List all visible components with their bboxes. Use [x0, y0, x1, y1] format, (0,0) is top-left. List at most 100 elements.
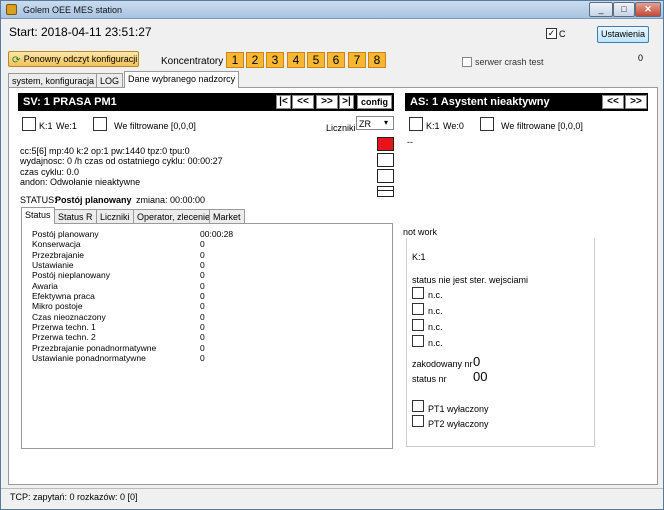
- status-value: Postój planowany: [55, 195, 132, 205]
- settings-button[interactable]: Ustawienia: [597, 26, 649, 43]
- sv-last-button[interactable]: >|: [339, 95, 354, 109]
- sv-title: SV: 1 PRASA PM1: [23, 96, 117, 108]
- as-header-bar: AS: 1 Asystent nieaktywny << >>: [405, 93, 648, 111]
- crash-test-label: serwer crash test: [475, 57, 544, 67]
- tab-system-config[interactable]: system, konfiguracja: [8, 73, 99, 88]
- sv-header-bar: SV: 1 PRASA PM1 |< << >> >| config: [18, 93, 394, 111]
- app-icon: [6, 4, 17, 15]
- tab-counters[interactable]: Liczniki: [96, 209, 134, 224]
- minimize-button[interactable]: _: [589, 2, 613, 17]
- status-row-label: Przerwa techn. 1: [32, 322, 96, 332]
- sv-info-line-4: andon: Odwołanie nieaktywne: [20, 177, 141, 187]
- status-row-value: 0: [200, 332, 205, 342]
- indicator-3: [377, 169, 394, 183]
- status-row-value: 0: [200, 301, 205, 311]
- title-bar: Golem OEE MES station _ □ ✕: [1, 1, 663, 19]
- main-window: Golem OEE MES station _ □ ✕ Start: 2018-…: [0, 0, 664, 510]
- window-title: Golem OEE MES station: [23, 5, 123, 15]
- c-checkbox-label: C: [559, 29, 566, 39]
- status-row-value: 0: [200, 312, 205, 322]
- status-row-label: Przezbrajanie ponadnormatywne: [32, 343, 157, 353]
- close-button[interactable]: ✕: [635, 2, 661, 17]
- tab-supervisor-data[interactable]: Dane wybranego nadzorcy: [124, 71, 240, 88]
- as-we-filtered-label: We filtrowane [0,0,0]: [501, 121, 583, 131]
- concentrator-5[interactable]: 5: [307, 52, 325, 68]
- sv-prev-button[interactable]: <<: [292, 95, 314, 109]
- counters-select[interactable]: ZR ▾: [356, 116, 394, 130]
- tab-operator-order[interactable]: Operator, zlecenie: [133, 209, 215, 224]
- concentrator-7[interactable]: 7: [348, 52, 366, 68]
- status-row-value: 0: [200, 250, 205, 260]
- as-we-label: We:0: [443, 121, 464, 131]
- sv-info-line-3: czas cyklu: 0.0: [20, 167, 80, 177]
- status-row-label: Konserwacja: [32, 239, 81, 249]
- status-label: STATUS:: [20, 195, 57, 205]
- nc-checkbox[interactable]: [412, 319, 424, 331]
- tab-market[interactable]: Market: [209, 209, 245, 224]
- tab-status-r[interactable]: Status R: [54, 209, 97, 224]
- reload-config-button[interactable]: ⟳ Ponowny odczyt konfiguracji: [8, 51, 139, 67]
- shift-label: zmiana: 00:00:00: [136, 195, 206, 205]
- status-row-label: Mikro postoje: [32, 301, 83, 311]
- crash-test-checkbox[interactable]: [462, 57, 472, 67]
- as-title: AS: 1 Asystent nieaktywny: [410, 96, 550, 108]
- status-nr-value: 00: [473, 369, 488, 384]
- tab-status[interactable]: Status: [21, 207, 55, 224]
- as-k-label: K:1: [426, 121, 440, 131]
- nc-label: n.c.: [428, 306, 443, 316]
- status-row-value: 0: [200, 343, 205, 353]
- nc-label: n.c.: [428, 322, 443, 332]
- nc-checkbox[interactable]: [412, 335, 424, 347]
- sv-we-filtered-checkbox[interactable]: [93, 117, 107, 131]
- as-prev-button[interactable]: <<: [602, 95, 624, 109]
- sv-next-button[interactable]: >>: [316, 95, 338, 109]
- right-counter: 0: [638, 53, 644, 63]
- status-note: status nie jest ster. wejsciami: [412, 275, 529, 285]
- c-checkbox[interactable]: ✓: [546, 28, 557, 39]
- not-work-k-label: K:1: [412, 252, 426, 262]
- pt1-label: PT1 wyłaczony: [428, 404, 489, 414]
- sv-first-button[interactable]: |<: [276, 95, 291, 109]
- sv-info-line-1: cc:5[6] mp:40 k:2 op:1 pw:1440 tpz:0 tpu…: [20, 146, 190, 156]
- reload-icon: ⟳: [12, 55, 21, 66]
- indicator-divider: [377, 190, 394, 191]
- coded-nr-value: 0: [473, 354, 481, 369]
- as-next-button[interactable]: >>: [625, 95, 647, 109]
- status-row-value: 0: [200, 353, 205, 363]
- nc-label: n.c.: [428, 338, 443, 348]
- concentrator-3[interactable]: 3: [266, 52, 284, 68]
- status-row-value: 0: [200, 281, 205, 291]
- concentrator-8[interactable]: 8: [368, 52, 386, 68]
- status-row-value: 0: [200, 291, 205, 301]
- status-row-value: 0: [200, 270, 205, 280]
- concentrator-4[interactable]: 4: [287, 52, 305, 68]
- concentrator-6[interactable]: 6: [327, 52, 345, 68]
- concentrators-label: Koncentratory: [161, 56, 224, 67]
- status-row-value: 00:00:28: [200, 229, 234, 239]
- pt2-checkbox[interactable]: [412, 415, 424, 427]
- status-row-label: Postój nieplanowany: [32, 270, 110, 280]
- chevron-down-icon: ▾: [384, 118, 389, 127]
- concentrator-1[interactable]: 1: [226, 52, 244, 68]
- pt1-checkbox[interactable]: [412, 400, 424, 412]
- sv-we-filtered-label: We filtrowane [0,0,0]: [114, 121, 196, 131]
- footer-divider: [1, 488, 663, 489]
- coded-nr-label: zakodowany nr: [412, 359, 473, 369]
- nc-checkbox[interactable]: [412, 287, 424, 299]
- status-row-label: Ustawianie ponadnormatywne: [32, 353, 146, 363]
- status-row-label: Przerwa techn. 2: [32, 332, 96, 342]
- concentrator-2[interactable]: 2: [246, 52, 264, 68]
- as-we-filtered-checkbox[interactable]: [480, 117, 494, 131]
- sv-k-checkbox[interactable]: [22, 117, 36, 131]
- indicator-1: [377, 137, 394, 151]
- nc-label: n.c.: [428, 290, 443, 300]
- status-row-label: Czas nieoznaczony: [32, 312, 106, 322]
- reload-config-label: Ponowny odczyt konfiguracji: [23, 54, 138, 64]
- maximize-button[interactable]: □: [613, 2, 635, 17]
- status-row-label: Awaria: [32, 281, 58, 291]
- as-k-checkbox[interactable]: [409, 117, 423, 131]
- tab-log[interactable]: LOG: [96, 73, 124, 88]
- config-button[interactable]: config: [357, 95, 392, 109]
- nc-checkbox[interactable]: [412, 303, 424, 315]
- counters-select-value: ZR: [359, 119, 371, 129]
